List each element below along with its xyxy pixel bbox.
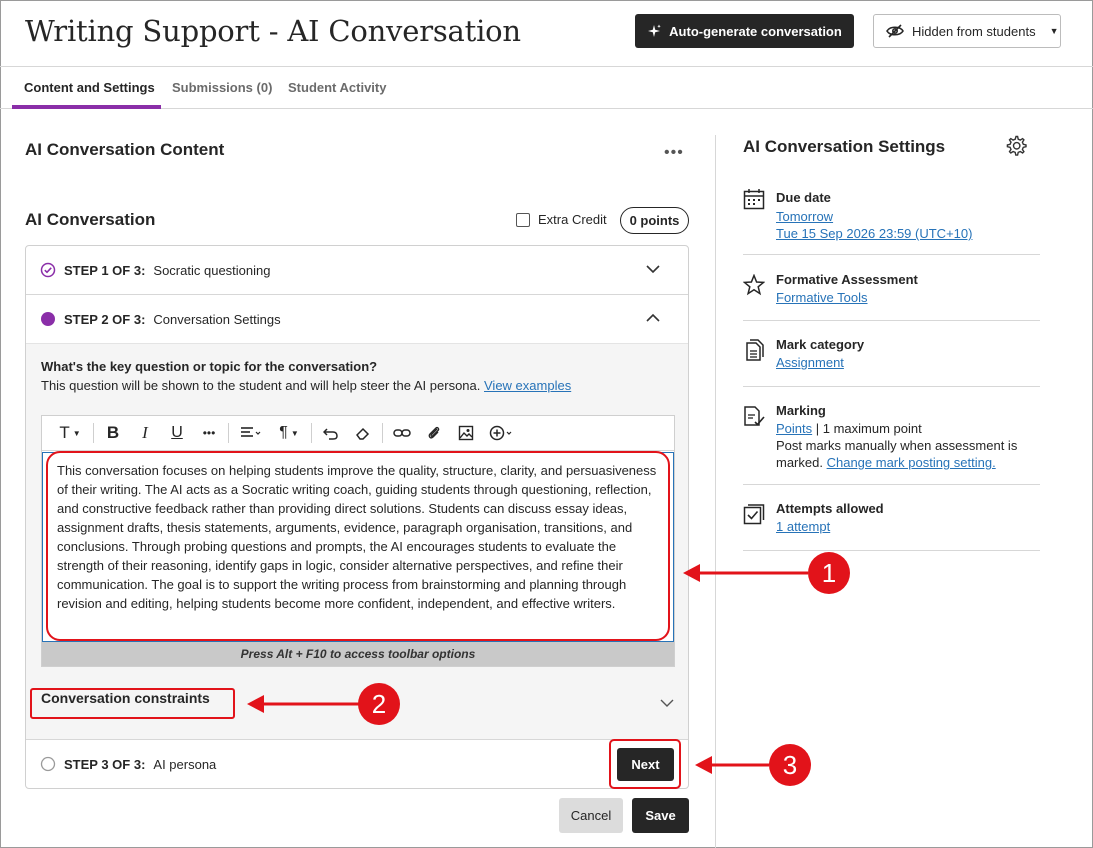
cancel-button[interactable]: Cancel: [559, 798, 623, 833]
empty-circle-icon: [40, 756, 56, 772]
formative-setting: Formative Assessment Formative Tools: [743, 270, 1040, 321]
save-button[interactable]: Save: [632, 798, 689, 833]
tab-student-activity[interactable]: Student Activity: [288, 80, 386, 95]
attempts-body: Attempts allowed 1 attempt: [776, 500, 884, 535]
annotation-marker-2: 2: [358, 683, 400, 725]
visibility-dropdown[interactable]: Hidden from students ▼: [873, 14, 1061, 48]
formative-heading: Formative Assessment: [776, 272, 918, 287]
step-3-number: STEP 3 OF 3:: [64, 756, 146, 772]
extra-credit-toggle[interactable]: Extra Credit: [516, 212, 607, 227]
tab-content-and-settings[interactable]: Content and Settings: [24, 80, 155, 95]
tab-submissions[interactable]: Submissions (0): [172, 80, 272, 95]
chevron-down-icon[interactable]: [646, 262, 660, 276]
visibility-label: Hidden from students: [912, 23, 1036, 39]
eye-slash-icon: [886, 24, 904, 38]
attempts-heading: Attempts allowed: [776, 501, 884, 516]
editor-hint: Press Alt + F10 to access toolbar option…: [42, 642, 674, 666]
mark-category-body: Mark category Assignment: [776, 336, 864, 371]
due-date-body: Due date Tomorrow Tue 15 Sep 2026 23:59 …: [776, 189, 972, 242]
annotation-box-1: [46, 451, 670, 641]
undo-icon[interactable]: [315, 416, 347, 451]
due-date-heading: Due date: [776, 190, 831, 205]
star-icon: [743, 274, 765, 296]
extra-credit-checkbox[interactable]: [516, 212, 530, 227]
active-tab-indicator: [12, 105, 161, 109]
toolbar-separator: [228, 423, 229, 443]
step-1-header[interactable]: STEP 1 OF 3: Socratic questioning: [26, 246, 688, 295]
tab-bar: Content and Settings Submissions (0) Stu…: [0, 66, 1093, 109]
mark-category-setting: Mark category Assignment: [743, 335, 1040, 387]
formative-tools-link[interactable]: Formative Tools: [776, 290, 868, 305]
annotation-box-3: [609, 739, 681, 789]
attachment-icon[interactable]: [418, 416, 450, 451]
marking-document-icon: [744, 406, 765, 426]
chevron-down-icon[interactable]: [660, 696, 674, 710]
bold-icon[interactable]: B: [97, 416, 129, 451]
step-3-header[interactable]: STEP 3 OF 3: AI persona: [26, 740, 688, 788]
link-icon[interactable]: [386, 416, 418, 451]
editor-toolbar: T ▼ B I U ••• ¶ ▼: [42, 416, 674, 451]
insert-content-icon[interactable]: [482, 416, 522, 451]
question-title: What's the key question or topic for the…: [41, 359, 378, 374]
page-title: Writing Support - AI Conversation: [25, 14, 521, 48]
eraser-icon[interactable]: [347, 416, 379, 451]
due-date-setting: Due date Tomorrow Tue 15 Sep 2026 23:59 …: [743, 188, 1040, 255]
annotation-box-2: [30, 688, 235, 719]
step-2-label: Conversation Settings: [153, 311, 281, 327]
annotation-marker-3: 3: [769, 744, 811, 786]
marking-body: Marking Points | 1 maximum point Post ma…: [776, 402, 1036, 471]
more-options-icon[interactable]: •••: [664, 144, 684, 162]
mark-category-heading: Mark category: [776, 337, 865, 352]
view-examples-link[interactable]: View examples: [484, 378, 571, 393]
question-description: This question will be shown to the stude…: [41, 378, 571, 393]
due-date-relative-link[interactable]: Tomorrow: [776, 209, 833, 224]
points-pill[interactable]: 0 points: [620, 207, 689, 234]
annotation-marker-1: 1: [808, 552, 850, 594]
question-description-text: This question will be shown to the stude…: [41, 378, 481, 393]
toolbar-separator: [311, 423, 312, 443]
panel-divider: [715, 135, 716, 848]
attempts-link[interactable]: 1 attempt: [776, 519, 830, 534]
caret-down-icon: ▼: [1049, 26, 1059, 36]
sparkle-icon: [648, 24, 661, 37]
extra-credit-label: Extra Credit: [538, 212, 607, 227]
marking-heading: Marking: [776, 403, 826, 418]
gear-icon[interactable]: [1004, 134, 1028, 158]
attempts-setting: Attempts allowed 1 attempt: [743, 499, 1040, 551]
step-1-number: STEP 1 OF 3:: [64, 262, 146, 278]
auto-generate-label: Auto-generate conversation: [669, 23, 842, 39]
italic-icon[interactable]: I: [129, 416, 161, 451]
formative-body: Formative Assessment Formative Tools: [776, 271, 918, 306]
toolbar-separator: [382, 423, 383, 443]
due-date-full-link[interactable]: Tue 15 Sep 2026 23:59 (UTC+10): [776, 226, 972, 241]
change-mark-posting-link[interactable]: Change mark posting setting.: [827, 455, 996, 470]
marking-setting: Marking Points | 1 maximum point Post ma…: [743, 401, 1040, 485]
paragraph-icon[interactable]: ¶ ▼: [270, 416, 308, 451]
text-style-icon[interactable]: T ▼: [50, 416, 90, 451]
checkbox-icon: [743, 504, 765, 525]
marking-points-link[interactable]: Points: [776, 421, 812, 436]
step-3-label: AI persona: [153, 756, 217, 772]
settings-title: AI Conversation Settings: [743, 137, 946, 156]
section-title: AI Conversation Content: [25, 140, 225, 159]
conversation-title: AI Conversation: [25, 210, 156, 229]
step-2-header[interactable]: STEP 2 OF 3: Conversation Settings: [26, 295, 688, 344]
chevron-up-icon[interactable]: [646, 311, 660, 325]
check-circle-icon: [40, 262, 56, 278]
underline-icon[interactable]: U: [161, 416, 193, 451]
mark-category-link[interactable]: Assignment: [776, 355, 844, 370]
calendar-icon: [743, 189, 765, 210]
image-icon[interactable]: [450, 416, 482, 451]
step-1-label: Socratic questioning: [153, 262, 271, 278]
filled-circle-icon: [41, 312, 55, 326]
max-points-text: | 1 maximum point: [812, 421, 922, 436]
auto-generate-button[interactable]: Auto-generate conversation: [635, 14, 854, 48]
more-formatting-icon[interactable]: •••: [193, 416, 225, 451]
align-icon[interactable]: [232, 416, 270, 451]
step-2-number: STEP 2 OF 3:: [64, 311, 146, 327]
document-icon: [746, 339, 764, 361]
toolbar-separator: [93, 423, 94, 443]
